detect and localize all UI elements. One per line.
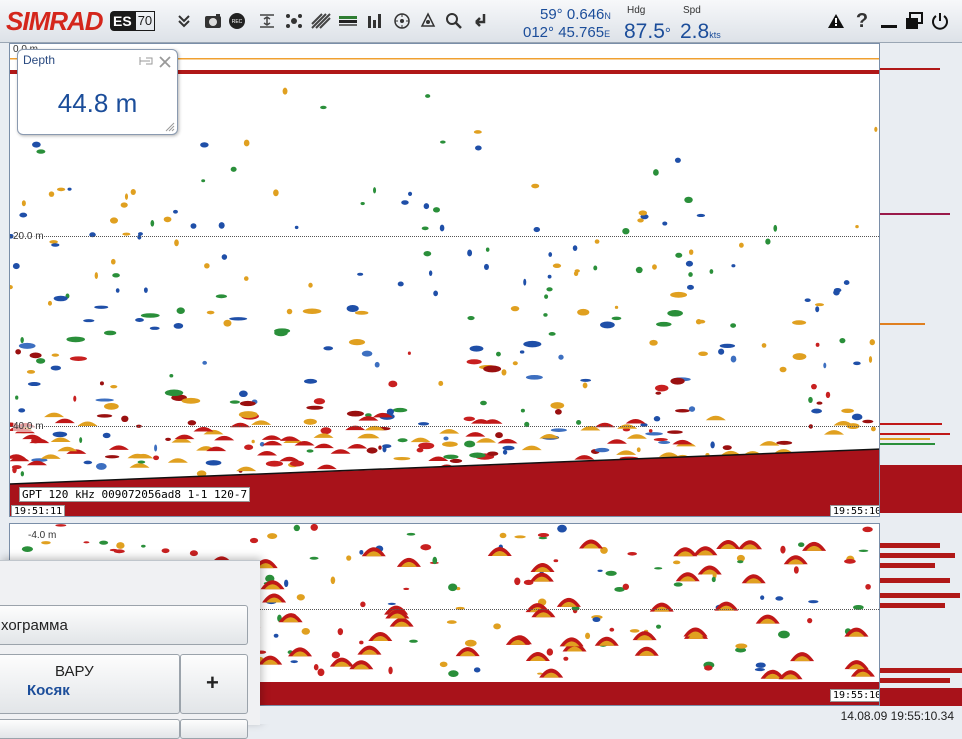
next-row-plus-button[interactable] xyxy=(180,719,248,739)
menu-panel: хограмма ВАРУ Косяк + xyxy=(0,560,260,739)
pin-icon[interactable] xyxy=(138,55,154,70)
camera-icon[interactable] xyxy=(203,11,223,31)
side-canvas xyxy=(880,68,962,706)
model-badge: ES 70 xyxy=(110,11,158,31)
minimize-icon[interactable] xyxy=(879,11,899,31)
close-icon[interactable] xyxy=(158,55,172,72)
depth-label-40: 40.0 m xyxy=(13,421,44,432)
next-row-button[interactable] xyxy=(0,719,180,739)
range-icon[interactable] xyxy=(257,11,277,31)
tvg-value: Косяк xyxy=(27,682,70,699)
model-es: ES xyxy=(110,11,135,31)
speed-label: Spd xyxy=(683,5,701,16)
tvg-label: ВАРУ xyxy=(55,663,94,680)
restore-icon[interactable] xyxy=(904,11,924,31)
colorbar-icon[interactable] xyxy=(338,11,358,31)
record-icon[interactable]: REC xyxy=(227,11,247,31)
gridline-40m xyxy=(10,426,879,427)
help-icon[interactable]: ? xyxy=(852,10,872,32)
echogram-button[interactable]: хограмма xyxy=(0,605,248,645)
depth-widget[interactable]: Depth 44.8 m xyxy=(17,49,178,135)
depth-label-lower: -4.0 m xyxy=(28,530,57,541)
status-bar: 14.08.09 19:55:10.34 xyxy=(260,706,962,724)
longitude: 012° 45.765 xyxy=(523,24,605,41)
search-icon[interactable] xyxy=(444,11,464,31)
colorscale-strip xyxy=(880,43,962,706)
resize-grip-icon[interactable] xyxy=(165,122,175,132)
ship-icon[interactable] xyxy=(418,11,438,31)
channel-label: GPT 120 kHz 009072056ad8 1-1 120-7 xyxy=(19,487,251,502)
target-icon[interactable] xyxy=(392,11,412,31)
top-toolbar: SIMRAD ES 70 REC 59° 0.646N 012° 45.765E… xyxy=(0,0,962,43)
tvg-mode-button[interactable]: ВАРУ Косяк xyxy=(0,654,180,714)
echogram-icon[interactable] xyxy=(311,11,331,31)
increase-button[interactable]: + xyxy=(180,654,248,714)
gridline-20m xyxy=(10,236,879,237)
datetime: 14.08.09 19:55:10.34 xyxy=(840,709,954,723)
depth-label-20: 20.0 m xyxy=(13,231,44,242)
expand-icon[interactable] xyxy=(174,11,194,31)
model-number: 70 xyxy=(134,11,156,31)
bars-icon[interactable] xyxy=(365,11,385,31)
heading-label: Hdg xyxy=(627,5,646,16)
speed-value: 2.8 xyxy=(680,20,710,43)
cursor-icon[interactable] xyxy=(470,11,490,31)
alarm-icon[interactable] xyxy=(826,11,846,31)
power-icon[interactable] xyxy=(930,11,950,31)
time-start: 19:51:11 xyxy=(11,505,66,516)
simrad-logo: SIMRAD xyxy=(6,6,104,36)
depth-widget-title: Depth xyxy=(23,53,56,67)
depth-value: 44.8 m xyxy=(57,88,138,118)
latitude: 59° 0.646 xyxy=(540,6,605,23)
echogram-button-label: хограмма xyxy=(1,617,68,634)
plus-icon: + xyxy=(206,670,219,695)
heading-value: 87.5 xyxy=(624,20,665,43)
time-end-lower: 19:55:10 xyxy=(830,689,879,702)
time-end: 19:55:10 xyxy=(830,505,879,516)
svg-text:REC: REC xyxy=(232,19,243,25)
pings-icon[interactable] xyxy=(284,11,304,31)
